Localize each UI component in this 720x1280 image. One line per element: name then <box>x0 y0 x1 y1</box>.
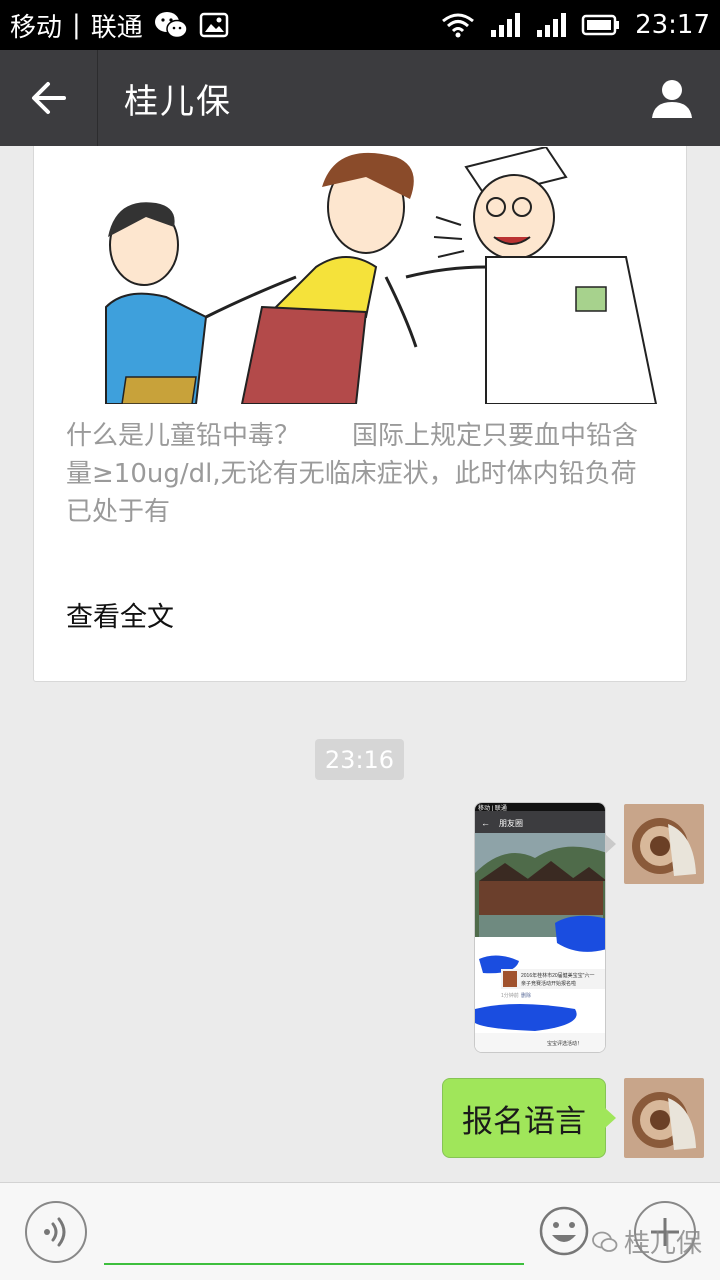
back-button[interactable] <box>0 50 98 146</box>
smiley-icon <box>539 1206 589 1256</box>
image-message-pointer <box>605 834 616 854</box>
chat-title: 桂儿保 <box>124 81 232 122</box>
status-right: 23:17 <box>441 10 710 40</box>
voice-icon <box>44 1217 66 1247</box>
message-timestamp: 23:16 <box>315 739 404 780</box>
svg-text:←: ← <box>481 818 490 828</box>
signal-icon-2 <box>535 12 567 38</box>
battery-icon <box>581 13 621 37</box>
status-left: 移动 | 联通 <box>10 7 229 44</box>
arrow-left-icon <box>31 82 66 114</box>
article-illustration[interactable] <box>66 147 658 404</box>
input-bar: 桂儿保 <box>0 1182 720 1280</box>
voice-button[interactable] <box>25 1201 87 1263</box>
profile-button[interactable] <box>624 50 720 146</box>
title-bar: 桂儿保 <box>0 50 720 146</box>
wechat-watermark-icon <box>592 1231 618 1252</box>
carrier-2: 联通 <box>90 12 143 43</box>
watermark-text: 桂儿保 <box>624 1229 703 1259</box>
wifi-icon <box>441 12 475 38</box>
mini-post-text-2: 亲子竞赛活动开始报名啦 <box>521 980 576 987</box>
bubble-pointer <box>605 1108 616 1128</box>
chat-area[interactable]: 什么是儿童铅中毒？ 国际上规定只要血中铅含量≥10ug/dl,无论有无临床症状，… <box>0 146 720 1182</box>
avatar[interactable] <box>624 804 704 884</box>
text-message-bubble[interactable]: 报名语言 <box>442 1078 606 1158</box>
signal-icon <box>489 12 521 38</box>
mini-post-meta: 1分钟前 <box>501 992 519 999</box>
article-summary: 什么是儿童铅中毒？ 国际上规定只要血中铅含量≥10ug/dl,无论有无临床症状，… <box>66 421 639 527</box>
gallery-icon <box>199 12 229 38</box>
status-bar: 移动 | 联通 23:17 <box>0 0 720 50</box>
status-time: 23:17 <box>635 10 710 40</box>
read-more-link[interactable]: 查看全文 <box>66 595 174 634</box>
carrier-1: 移动 <box>10 12 63 43</box>
article-card[interactable]: 什么是儿童铅中毒？ 国际上规定只要血中铅含量≥10ug/dl,无论有无临床症状，… <box>33 146 687 682</box>
mini-post-action: 删除 <box>521 992 531 999</box>
watermark: 桂儿保 <box>592 1223 702 1260</box>
emoji-button[interactable] <box>538 1205 590 1257</box>
mini-bottom-text: 宝宝评选活动！ <box>547 1040 582 1047</box>
wechat-icon <box>153 10 189 40</box>
avatar-2[interactable] <box>624 1078 704 1158</box>
image-message[interactable]: 移动 | 联通 ← 朋友圈 2016年桂林市20届健美宝宝"六一 亲子竞赛活动开… <box>474 802 606 1053</box>
mini-post-text-1: 2016年桂林市20届健美宝宝"六一 <box>521 972 594 979</box>
message-input[interactable] <box>104 1203 524 1265</box>
person-icon <box>652 80 692 118</box>
mini-status-text: 移动 | 联通 <box>478 804 507 812</box>
carrier-separator: | <box>72 10 81 40</box>
mini-title-text: 朋友圈 <box>499 818 523 828</box>
